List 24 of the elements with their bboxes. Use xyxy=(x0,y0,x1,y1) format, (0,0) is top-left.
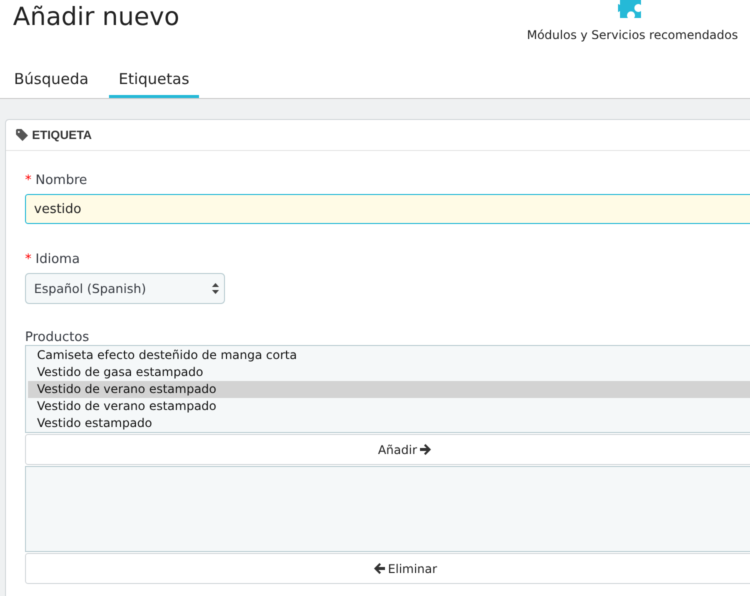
list-option[interactable]: Vestido estampado xyxy=(28,415,750,432)
updown-icon xyxy=(212,283,219,294)
recommended-modules-link[interactable]: Módulos y Servicios recomendados xyxy=(526,0,750,66)
language-select[interactable]: Español (Spanish) xyxy=(25,273,225,304)
panel-heading: ETIQUETA xyxy=(32,128,92,142)
products-list[interactable]: Camiseta efecto desteñido de manga corta Vestido de gasa estampado Vestido de verano estampado Vestido de verano estampado Vestido estampado xyxy=(25,345,750,433)
list-option[interactable]: Vestido de gasa estampado xyxy=(28,364,750,381)
name-input[interactable]: vestido xyxy=(25,194,750,224)
selected-products-list[interactable] xyxy=(25,466,750,552)
list-option[interactable]: Camiseta efecto desteñido de manga corta xyxy=(28,347,750,364)
remove-button[interactable]: Eliminar xyxy=(25,553,750,584)
list-option[interactable]: Vestido de verano estampado xyxy=(28,381,750,398)
field-label: Idioma xyxy=(36,252,80,267)
tag-icon xyxy=(16,129,28,141)
arrow-right-icon xyxy=(420,444,432,455)
add-button[interactable]: Añadir xyxy=(25,434,750,465)
required-asterisk: * xyxy=(25,252,32,267)
field-label: Productos xyxy=(25,330,90,345)
arrow-left-icon xyxy=(372,563,385,574)
page-title: Añadir nuevo xyxy=(12,1,180,33)
field-label: Nombre xyxy=(36,173,88,188)
tab[interactable]: Búsqueda xyxy=(4,66,99,98)
required-asterisk: * xyxy=(25,173,32,188)
list-option[interactable]: Vestido de verano estampado xyxy=(28,398,750,415)
